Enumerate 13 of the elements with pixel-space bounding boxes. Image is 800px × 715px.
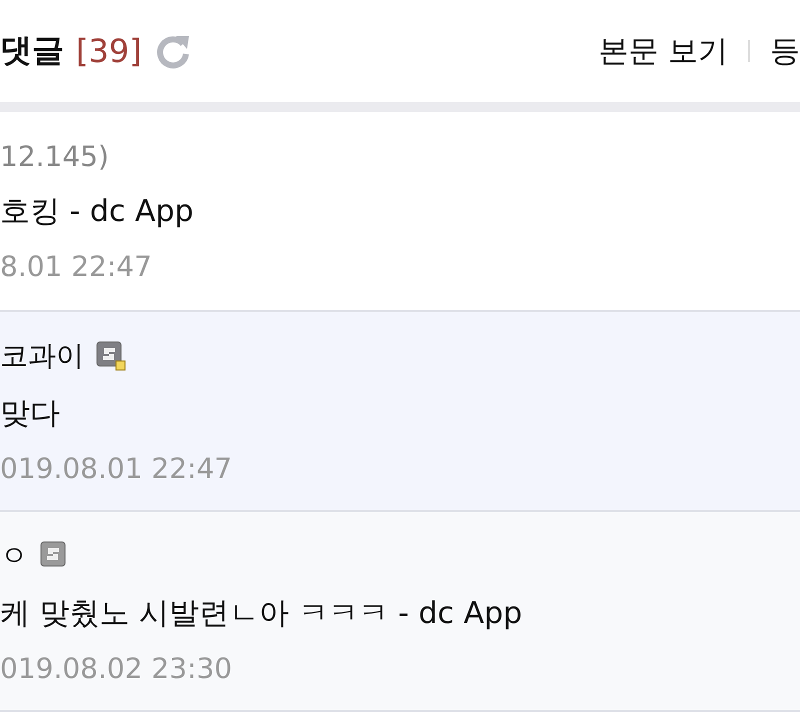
comment-text: 호킹 - dc App — [0, 192, 195, 230]
comment-text: 케 맞췄노 시발련ㄴ아 ㅋㅋㅋ - dc App — [0, 595, 524, 633]
header-link[interactable]: 등 — [770, 30, 800, 72]
comment-writer: 코과이 — [0, 338, 84, 374]
comment-writer: 12.145) — [0, 140, 109, 172]
header-title: 댓글 — [0, 30, 64, 71]
comment-date: 019.08.01 22:47 — [0, 452, 234, 485]
comment-count: [39] — [76, 32, 142, 70]
comment-date: 019.08.02 23:30 — [0, 652, 234, 685]
comment-date: 8.01 22:47 — [0, 250, 153, 282]
comment-text: 맞다 — [0, 395, 61, 433]
comment-writer: ㅇ — [0, 538, 28, 574]
header-link[interactable]: 본문 보기 — [598, 30, 728, 72]
